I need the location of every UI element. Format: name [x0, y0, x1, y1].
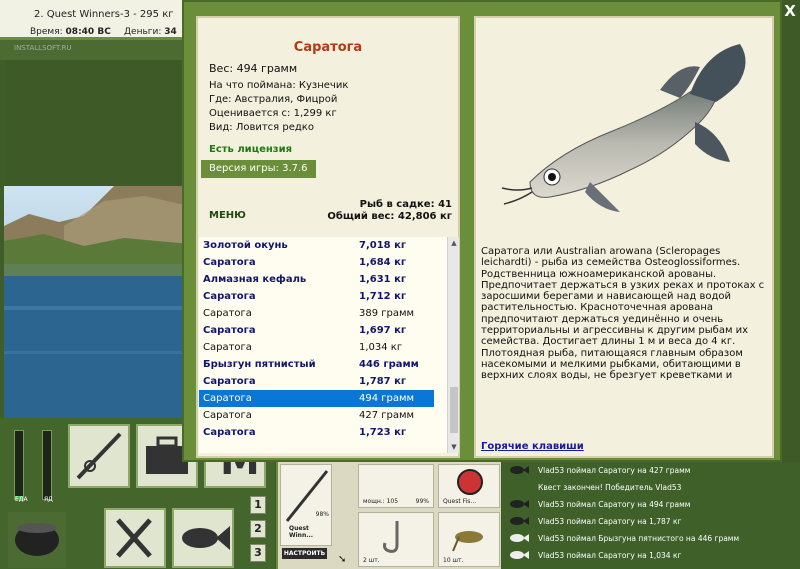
rod-percent: 98% [315, 511, 329, 518]
cage-total-weight: Общий вес: 42,806 кг [327, 211, 452, 222]
food-tile[interactable] [104, 508, 166, 568]
cage-count: Рыб в садке: 41 [359, 199, 452, 210]
catch-row[interactable]: Саратога 1,712 кг [199, 288, 434, 305]
fishing-rod-icon [76, 432, 122, 480]
catch-row[interactable]: Саратога 1,684 кг [199, 254, 434, 271]
game-header: 2. Quest Winners-3 - 295 кг Время: 08:40… [0, 0, 190, 40]
tab-1[interactable]: 1 [250, 496, 266, 514]
log-row: Vlad53 поймал Саратогу на 1,034 кг [508, 547, 796, 563]
license-status: Есть лицензия [209, 144, 293, 155]
saratoga-fish-image [501, 44, 746, 212]
fish-icon [508, 498, 530, 510]
bait-slot[interactable]: 10 шт. [438, 512, 500, 567]
catch-row[interactable]: Саратога 1,787 кг [199, 373, 434, 390]
close-button[interactable]: X [781, 2, 799, 20]
log-row: Vlad53 поймал Саратогу на 427 грамм [508, 462, 796, 478]
rod-tile[interactable] [68, 424, 130, 488]
catch-list-scrollbar[interactable]: ▲ ▼ [447, 237, 459, 453]
log-row: Vlad53 поймал Саратогу на 1,787 кг [508, 513, 796, 529]
setup-button[interactable]: НАСТРОИТЬ [282, 548, 327, 559]
expand-arrow-icon[interactable]: ➘ [338, 554, 346, 565]
lake-landscape [4, 186, 190, 418]
time-readout: Время: 08:40 ВС [30, 27, 111, 37]
log-row: Квест закончен! Победитель Vlad53 [538, 482, 682, 492]
landscape-image [4, 186, 190, 418]
fish-icon [508, 549, 530, 561]
catch-row[interactable]: Саратога 1,697 кг [199, 322, 434, 339]
rod-name: Quest Winn... [289, 525, 314, 539]
lure-name: Quest Fis... [443, 498, 477, 505]
game-version-badge: Версия игры: 3.7.6 [201, 160, 316, 178]
fish-icon [508, 515, 530, 527]
fish-valued-from: Оценивается с: 1,299 кг [209, 108, 337, 119]
fish-info-dialog: Саратога Вес: 494 грамм На что поймана: … [182, 0, 782, 462]
reel-power: мощн.: 105 [363, 498, 399, 505]
fish-rarity: Вид: Ловится редко [209, 122, 314, 133]
fish-details-card: Саратога Вес: 494 грамм На что поймана: … [196, 16, 460, 458]
catch-list[interactable]: Золотой окунь 7,018 кг Саратога 1,684 кг А… [199, 237, 447, 453]
cauldron-icon [15, 523, 59, 556]
menu-button[interactable]: МЕНЮ [209, 210, 246, 221]
log-row: Vlad53 поймал Брызгуна пятнистого на 446… [508, 530, 796, 546]
fish-name-title: Саратога [293, 40, 363, 55]
catch-row[interactable]: Саратога 1,723 кг [199, 424, 434, 441]
food-label: ЕДА [15, 496, 28, 503]
log-row: Vlad53 поймал Саратогу на 494 грамм [508, 496, 796, 512]
cage-summary: Рыб в садке: 41 Общий вес: 42,806 кг [327, 199, 452, 223]
scroll-thumb[interactable] [450, 387, 458, 433]
catch-row[interactable]: Золотой окунь 7,018 кг [199, 237, 434, 254]
catch-row[interactable]: Алмазная кефаль 1,631 кг [199, 271, 434, 288]
poison-bar [42, 430, 52, 500]
reel-percent: 99% [415, 498, 429, 505]
fish-description: Саратога или Australian arowana (Sclerop… [481, 246, 765, 382]
catch-row[interactable]: Саратога 1,034 кг [199, 339, 434, 356]
fish-icon [508, 532, 530, 544]
cauldron-tile[interactable] [8, 512, 66, 568]
catch-row[interactable]: Брызгун пятнистый 446 грамм [199, 356, 434, 373]
catch-row[interactable]: Саратога 389 грамм [199, 305, 434, 322]
grasshopper-icon [452, 531, 483, 552]
rod-slot[interactable]: 98% Quest Winn... [280, 464, 332, 546]
reel-slot[interactable]: мощн.: 105 99% [358, 464, 434, 508]
lure-slot[interactable]: Quest Fis... [438, 464, 500, 508]
catch-row-selected[interactable]: Саратога 494 грамм [199, 390, 434, 407]
watermark: INSTALLSOFT.RU [14, 44, 72, 52]
fish-description-card: Саратога или Australian arowana (Sclerop… [474, 16, 774, 458]
money-readout: Деньги: 34 [124, 27, 177, 37]
hotkeys-link[interactable]: Горячие клавиши [481, 441, 584, 452]
scroll-down-icon[interactable]: ▼ [448, 441, 460, 453]
quest-title: 2. Quest Winners-3 - 295 кг [34, 9, 174, 20]
hook-icon [383, 521, 399, 553]
fish-tile[interactable] [172, 508, 234, 568]
tab-3[interactable]: 3 [250, 544, 266, 562]
scroll-up-icon[interactable]: ▲ [448, 237, 460, 249]
fish-icon [508, 464, 530, 476]
fish-caught-with: На что поймана: Кузнечик [209, 80, 349, 91]
hook-qty: 2 шт. [363, 557, 380, 564]
food-bar [14, 430, 24, 500]
fork-knife-icon [116, 518, 152, 558]
tab-2[interactable]: 2 [250, 520, 266, 538]
lure-icon [457, 469, 483, 495]
fish-weight: Вес: 494 грамм [209, 62, 298, 75]
hook-slot[interactable]: 2 шт. [358, 512, 434, 567]
tackle-panel: 98% Quest Winn... НАСТРОИТЬ ➘ мощн.: 105… [276, 462, 501, 569]
fish-location: Где: Австралия, Фицрой [209, 94, 338, 105]
bait-qty: 10 шт. [443, 557, 464, 564]
catch-row[interactable]: Саратога 427 грамм [199, 407, 434, 424]
event-log: Vlad53 поймал Саратогу на 427 грамм Квес… [502, 462, 800, 569]
fish-icon [182, 526, 230, 550]
poison-label: ЯД [44, 496, 53, 503]
